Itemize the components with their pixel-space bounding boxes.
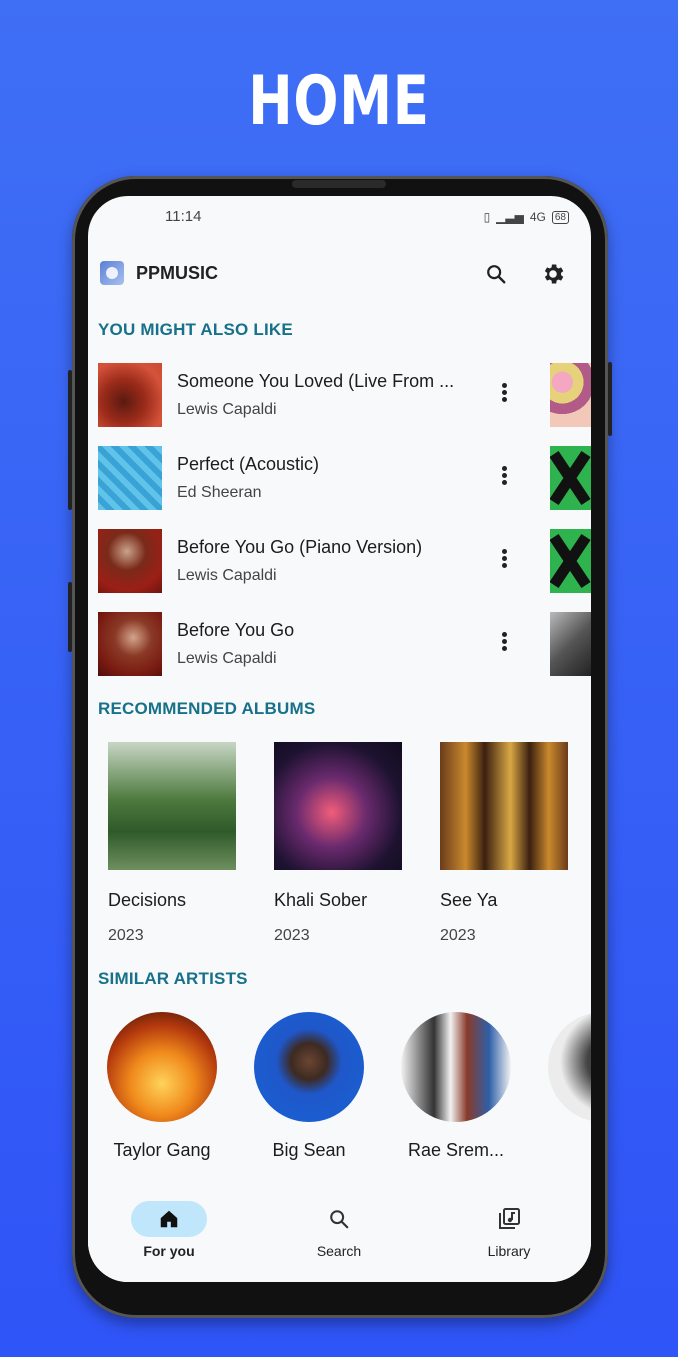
more-options-button[interactable] (498, 464, 510, 492)
nav-library[interactable]: Library (454, 1201, 564, 1259)
artist-card[interactable]: Ju (538, 1012, 591, 1161)
song-title: Someone You Loved (Live From ... (177, 371, 455, 391)
vibrate-icon: ▯ (483, 210, 491, 224)
more-options-button[interactable] (498, 381, 510, 409)
settings-button[interactable] (539, 260, 567, 288)
app-logo (100, 261, 124, 285)
song-artwork (98, 529, 162, 593)
multiply-album-icon (549, 450, 591, 506)
artist-name: Big Sean (272, 1140, 346, 1160)
album-name: Decisions (108, 890, 187, 910)
app-title: PPMUSIC (136, 263, 219, 283)
search-icon (330, 1210, 349, 1229)
album-card[interactable]: Khali Sober 2023 (274, 742, 404, 945)
search-button[interactable] (482, 260, 510, 288)
nav-label: Search (316, 1243, 362, 1259)
battery-icon: 68 (551, 210, 569, 224)
status-time: 11:14 (165, 208, 202, 225)
section-similar-artists: SIMILAR ARTISTS (98, 969, 248, 988)
banner-title: HOME (248, 62, 430, 141)
song-row[interactable]: Before You Go Lewis Capaldi (98, 612, 578, 676)
gear-icon (544, 264, 564, 284)
album-card[interactable]: See Ya 2023 (440, 742, 570, 945)
section-recommended-albums: RECOMMENDED ALBUMS (98, 699, 316, 718)
song-row[interactable]: Someone You Loved (Live From ... Lewis C… (98, 363, 578, 427)
song-artist: Lewis Capaldi (177, 401, 277, 418)
search-icon (487, 265, 506, 284)
phone-screen: 11:14 ▯ ▁▃▅ 4G 68 PPMUSIC YOU MIGHT ALSO… (88, 196, 591, 1282)
next-column-artwork[interactable] (549, 446, 591, 510)
artist-card[interactable]: Big Sean (244, 1012, 374, 1161)
artist-card[interactable]: Taylor Gang (97, 1012, 227, 1161)
album-name: Khali Sober (274, 890, 368, 910)
song-title: Before You Go (Piano Version) (177, 537, 423, 557)
song-artist: Ed Sheeran (177, 484, 262, 501)
song-row[interactable]: Perfect (Acoustic) Ed Sheeran (98, 446, 578, 510)
nav-for-you[interactable]: For you (114, 1201, 224, 1259)
library-icon (499, 1208, 520, 1229)
network-label: 4G (529, 210, 546, 224)
nav-label: For you (143, 1243, 195, 1259)
song-artwork (98, 612, 162, 676)
artist-avatar (401, 1012, 511, 1122)
artist-avatar (254, 1012, 364, 1122)
next-column-artwork[interactable] (549, 529, 591, 593)
album-year: 2023 (274, 927, 310, 944)
bottom-navigation: For you Search Library (88, 1196, 591, 1282)
artist-card[interactable]: Rae Srem... (391, 1012, 521, 1161)
speaker-notch (292, 180, 386, 188)
album-cover (274, 742, 402, 870)
more-options-button[interactable] (498, 547, 510, 575)
artist-name: Rae Srem... (407, 1140, 505, 1160)
song-title: Perfect (Acoustic) (177, 454, 320, 474)
artist-name: Taylor Gang (113, 1140, 211, 1160)
artist-name: Ju (538, 1140, 591, 1161)
artist-avatar (548, 1012, 591, 1122)
more-options-button[interactable] (498, 630, 510, 658)
song-title: Before You Go (177, 620, 295, 640)
song-artwork (98, 363, 162, 427)
home-icon (160, 1210, 178, 1228)
song-artwork (98, 446, 162, 510)
app-bar: PPMUSIC (88, 260, 591, 300)
status-bar: 11:14 ▯ ▁▃▅ 4G 68 (88, 208, 591, 228)
album-year: 2023 (108, 927, 144, 944)
next-column-artwork[interactable] (550, 363, 591, 427)
album-name: See Ya (440, 890, 498, 910)
album-cover (440, 742, 568, 870)
song-artist: Lewis Capaldi (177, 650, 277, 667)
signal-icon: ▁▃▅ (496, 210, 524, 224)
next-column-artwork[interactable] (550, 612, 591, 676)
volume-button (68, 370, 72, 510)
nav-search[interactable]: Search (284, 1201, 394, 1259)
power-button (608, 362, 612, 436)
section-you-might-also-like: YOU MIGHT ALSO LIKE (98, 320, 293, 339)
song-artist: Lewis Capaldi (177, 567, 277, 584)
album-cover (108, 742, 236, 870)
song-row[interactable]: Before You Go (Piano Version) Lewis Capa… (98, 529, 578, 593)
album-card[interactable]: Decisions 2023 (108, 742, 238, 945)
multiply-album-icon (549, 533, 591, 589)
artist-avatar (107, 1012, 217, 1122)
nav-label: Library (487, 1243, 531, 1259)
side-button (68, 582, 72, 652)
album-year: 2023 (440, 927, 476, 944)
